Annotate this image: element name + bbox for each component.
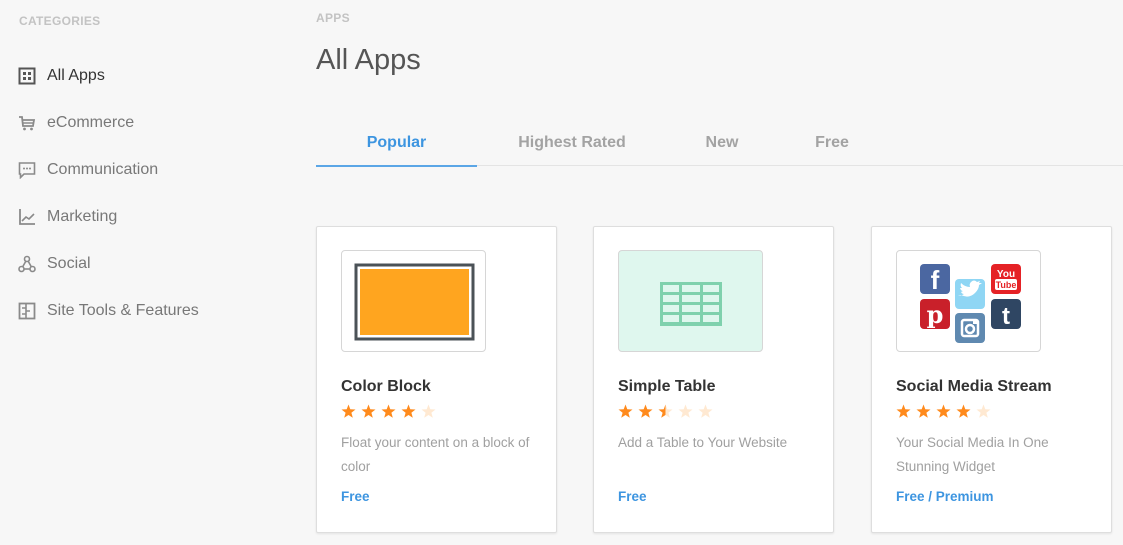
- main-content: APPS All Apps Popular Highest Rated New …: [316, 0, 1123, 545]
- breadcrumb[interactable]: APPS: [316, 11, 350, 25]
- app-card[interactable]: Simple Table Add a Table to Your Website…: [593, 226, 834, 533]
- line-chart-icon: [18, 208, 36, 226]
- app-price: Free: [341, 489, 370, 504]
- twitter-icon: [955, 279, 985, 309]
- pinterest-icon: p: [920, 299, 950, 329]
- youtube-icon: You Tube: [991, 264, 1021, 294]
- svg-text:You: You: [997, 269, 1015, 280]
- sidebar-item-site-tools[interactable]: Site Tools & Features: [18, 287, 199, 334]
- app-card[interactable]: f You Tube p t Social Media Stream Your …: [871, 226, 1112, 533]
- sidebar-item-label: Social: [47, 254, 91, 272]
- sidebar-item-label: eCommerce: [47, 113, 135, 131]
- star-filled-icon: [341, 404, 361, 420]
- instagram-icon: [955, 313, 985, 343]
- star-empty-icon: [421, 404, 441, 420]
- social-icons-thumbnail: f You Tube p t: [896, 250, 1041, 352]
- star-empty-icon: [678, 404, 698, 420]
- sidebar-item-all-apps[interactable]: All Apps: [18, 52, 199, 99]
- facebook-icon: f: [920, 264, 950, 295]
- sidebar-item-label: Site Tools & Features: [47, 301, 199, 319]
- sidebar-item-communication[interactable]: Communication: [18, 146, 199, 193]
- app-description: Float your content on a block of color: [341, 435, 530, 474]
- sidebar-heading: CATEGORIES: [19, 14, 101, 28]
- star-filled-icon: [401, 404, 421, 420]
- svg-text:Tube: Tube: [996, 280, 1017, 290]
- sidebar-item-label: Communication: [47, 160, 159, 178]
- sidebar-item-social[interactable]: Social: [18, 240, 199, 287]
- tab-popular[interactable]: Popular: [316, 120, 477, 167]
- grid-icon: [18, 67, 36, 85]
- star-filled-icon: [916, 404, 936, 420]
- table-thumbnail: [618, 250, 763, 352]
- svg-text:f: f: [931, 265, 940, 295]
- category-list: All Apps eCommerce Communication Marketi…: [18, 52, 199, 334]
- star-filled-icon: [618, 404, 638, 420]
- star-filled-icon: [381, 404, 401, 420]
- app-card[interactable]: Color Block Float your content on a bloc…: [316, 226, 557, 533]
- sidebar-item-label: Marketing: [47, 207, 118, 225]
- chat-icon: [18, 161, 36, 179]
- app-name: Color Block: [341, 378, 431, 395]
- cart-icon: [18, 114, 36, 132]
- svg-text:p: p: [927, 300, 944, 329]
- star-filled-icon: [361, 404, 381, 420]
- star-half-icon: [658, 404, 678, 420]
- app-name: Simple Table: [618, 378, 716, 395]
- app-price: Free / Premium: [896, 489, 994, 504]
- star-filled-icon: [896, 404, 916, 420]
- tab-free[interactable]: Free: [777, 120, 887, 166]
- sidebar-item-label: All Apps: [47, 66, 105, 84]
- tab-highest-rated[interactable]: Highest Rated: [477, 120, 667, 166]
- svg-text:t: t: [1002, 303, 1010, 330]
- tab-new[interactable]: New: [667, 120, 777, 166]
- star-rating: [618, 404, 718, 420]
- color-block-thumbnail: [341, 250, 486, 352]
- star-rating: [896, 404, 996, 420]
- tools-icon: [18, 302, 36, 320]
- app-name: Social Media Stream: [896, 378, 1052, 395]
- share-nodes-icon: [18, 255, 36, 273]
- sidebar: CATEGORIES All Apps eCommerce Communicat…: [0, 0, 300, 545]
- page-title: All Apps: [316, 44, 421, 76]
- sidebar-item-marketing[interactable]: Marketing: [18, 193, 199, 240]
- app-price: Free: [618, 489, 647, 504]
- sidebar-item-ecommerce[interactable]: eCommerce: [18, 99, 199, 146]
- star-filled-icon: [936, 404, 956, 420]
- star-filled-icon: [956, 404, 976, 420]
- tumblr-icon: t: [991, 299, 1021, 330]
- table-icon: [660, 282, 722, 326]
- app-description: Your Social Media In One Stunning Widget: [896, 435, 1049, 474]
- tab-bar: Popular Highest Rated New Free: [316, 120, 1123, 167]
- star-empty-icon: [976, 404, 996, 420]
- star-filled-icon: [638, 404, 658, 420]
- star-empty-icon: [698, 404, 718, 420]
- app-description: Add a Table to Your Website: [618, 435, 788, 450]
- star-rating: [341, 404, 441, 420]
